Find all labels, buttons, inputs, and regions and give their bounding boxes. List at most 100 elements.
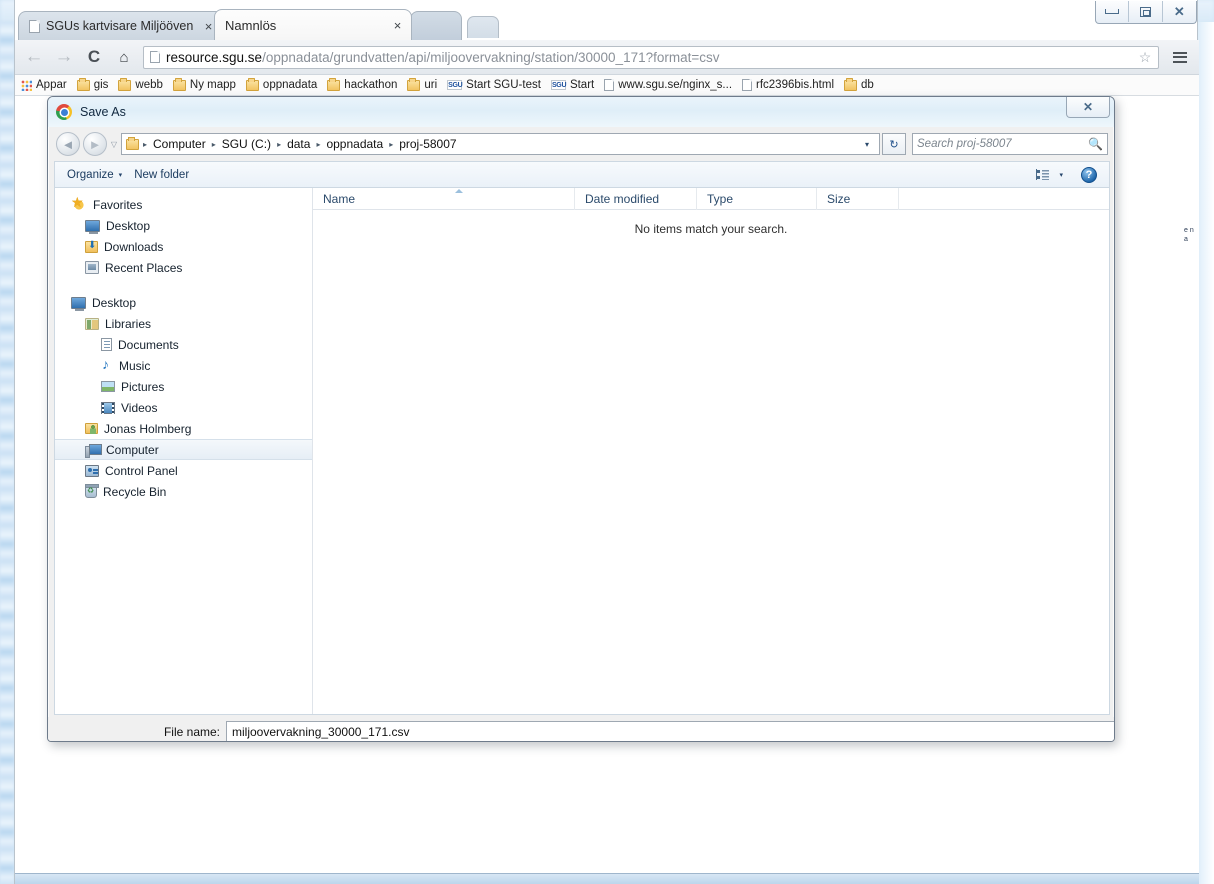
bookmark-star-icon[interactable]: ☆ xyxy=(1136,49,1154,66)
browser-tab-extra[interactable] xyxy=(410,11,462,40)
bookmark-apps[interactable]: Appar xyxy=(21,79,67,91)
sidebar-item-label: Control Panel xyxy=(105,463,178,478)
sidebar-item-label: Recent Places xyxy=(105,260,183,275)
sidebar-item-label: Pictures xyxy=(121,379,165,394)
sidebar-item-pictures[interactable]: Pictures xyxy=(55,376,312,397)
new-folder-button[interactable]: New folder xyxy=(128,165,195,185)
file-fields: File name: miljoovervakning_30000_171.cs… xyxy=(48,717,1114,741)
empty-list-message: No items match your search. xyxy=(634,222,788,236)
document-icon xyxy=(101,338,112,351)
sidebar-item-desktop-root[interactable]: Desktop xyxy=(55,292,312,313)
file-name-value: miljoovervakning_30000_171.csv xyxy=(232,724,410,739)
folder-icon xyxy=(844,77,857,91)
breadcrumb-item-computer[interactable]: Computer xyxy=(149,137,210,151)
folder-icon xyxy=(172,77,186,91)
picture-icon xyxy=(101,381,115,392)
dialog-back-button[interactable]: ◄ xyxy=(56,132,80,156)
help-button[interactable]: ? xyxy=(1081,166,1097,183)
bookmark-label: www.sgu.se/nginx_s... xyxy=(618,79,733,91)
view-mode-button[interactable]: ▾ xyxy=(1032,169,1067,180)
refresh-icon: ↻ xyxy=(889,138,899,151)
column-header-date-modified[interactable]: Date modified xyxy=(575,187,697,210)
sidebar-item-computer[interactable]: Computer xyxy=(55,439,312,460)
sidebar-item-videos[interactable]: Videos xyxy=(55,397,312,418)
bookmark-db[interactable]: db xyxy=(844,77,874,91)
sidebar-item-label: Desktop xyxy=(106,218,151,233)
sidebar-item-jonas-holmberg[interactable]: Jonas Holmberg xyxy=(55,418,312,439)
page-favicon-icon xyxy=(29,19,40,33)
sidebar-item-recycle-bin[interactable]: Recycle Bin xyxy=(55,481,312,502)
breadcrumb[interactable]: ▸ Computer ▸ SGU (C:) ▸ data ▸ oppnadata… xyxy=(121,133,880,155)
minimize-button[interactable] xyxy=(1096,1,1130,22)
sidebar-item-recent-places[interactable]: Recent Places xyxy=(55,257,312,278)
breadcrumb-item-data[interactable]: data xyxy=(283,137,314,151)
sidebar-item-libraries[interactable]: Libraries xyxy=(55,313,312,334)
bookmark-start[interactable]: SGU Start xyxy=(550,79,594,91)
browser-tab-active[interactable]: Namnlös × xyxy=(214,9,412,40)
reload-icon[interactable]: C xyxy=(79,42,109,72)
bookmark-ny-mapp[interactable]: Ny mapp xyxy=(172,77,236,91)
sidebar-item-label: Desktop xyxy=(92,295,137,310)
bookmark-rfc2396bis[interactable]: rfc2396bis.html xyxy=(742,79,834,91)
search-icon: 🔍 xyxy=(1088,137,1103,151)
recent-locations-chevron-icon[interactable]: ▽ xyxy=(107,140,121,149)
back-button[interactable]: ← xyxy=(19,42,49,72)
bookmark-label: gis xyxy=(93,79,109,91)
dialog-close-button[interactable]: ✕ xyxy=(1066,97,1110,118)
search-placeholder: Search proj-58007 xyxy=(917,138,1012,150)
forward-button[interactable]: → xyxy=(49,42,79,72)
refresh-button[interactable]: ↻ xyxy=(882,133,906,155)
list-view-icon xyxy=(1036,169,1050,180)
sidebar-item-control-panel[interactable]: Control Panel xyxy=(55,460,312,481)
dialog-forward-button[interactable]: ► xyxy=(83,132,107,156)
home-icon[interactable]: ⌂ xyxy=(109,42,139,72)
breadcrumb-item-sgu-c[interactable]: SGU (C:) xyxy=(218,137,275,151)
file-list-pane[interactable]: Name Date modified Type Size No items ma… xyxy=(313,187,1109,714)
sidebar-item-documents[interactable]: Documents xyxy=(55,334,312,355)
page-text-artifact: e n a xyxy=(1184,227,1194,243)
breadcrumb-item-proj-58007[interactable]: proj-58007 xyxy=(395,137,460,151)
organize-button[interactable]: Organize ▾ xyxy=(61,165,128,185)
menu-icon[interactable] xyxy=(1167,44,1193,70)
apps-grid-icon xyxy=(21,79,32,91)
organize-label: Organize xyxy=(67,168,114,181)
column-header-type[interactable]: Type xyxy=(697,187,817,210)
column-header-size[interactable]: Size xyxy=(817,187,899,210)
column-label: Name xyxy=(323,191,356,206)
navigation-pane[interactable]: Favorites Desktop Downloads Recent Place… xyxy=(55,188,313,714)
breadcrumb-separator-icon: ▸ xyxy=(389,139,394,149)
search-input[interactable]: Search proj-58007 🔍 xyxy=(912,133,1108,155)
dialog-titlebar[interactable]: Save As ✕ xyxy=(48,97,1114,127)
maximize-button[interactable] xyxy=(1129,1,1163,22)
libraries-icon xyxy=(85,317,99,330)
sidebar-item-label: Jonas Holmberg xyxy=(104,421,192,436)
bookmark-start-sgu-test[interactable]: SGU Start SGU-test xyxy=(447,79,541,91)
bookmark-uri[interactable]: uri xyxy=(407,77,437,91)
browser-tab-inactive[interactable]: SGUs kartvisare Miljööven × xyxy=(18,11,223,40)
chevron-down-icon[interactable]: ▾ xyxy=(859,140,875,149)
address-bar[interactable]: resource.sgu.se/oppnadata/grundvatten/ap… xyxy=(143,45,1159,69)
new-folder-label: New folder xyxy=(134,168,190,181)
bookmark-oppnadata[interactable]: oppnadata xyxy=(245,77,317,91)
close-window-button[interactable]: ✕ xyxy=(1163,1,1196,22)
column-header-name[interactable]: Name xyxy=(313,187,575,210)
sgu-icon: SGU xyxy=(550,80,567,90)
bookmark-nginx[interactable]: www.sgu.se/nginx_s... xyxy=(604,79,732,91)
sidebar-item-downloads[interactable]: Downloads xyxy=(55,236,312,257)
computer-icon xyxy=(85,443,102,458)
bookmark-hackathon[interactable]: hackathon xyxy=(327,77,397,91)
sidebar-item-desktop[interactable]: Desktop xyxy=(55,215,312,236)
sort-ascending-icon xyxy=(455,188,463,193)
sidebar-item-music[interactable]: Music xyxy=(55,355,312,376)
bookmark-webb[interactable]: webb xyxy=(118,77,163,91)
tab-close-icon[interactable]: × xyxy=(390,18,405,33)
breadcrumb-item-oppnadata[interactable]: oppnadata xyxy=(322,137,387,151)
bookmark-gis[interactable]: gis xyxy=(76,77,109,91)
bookmark-label: Start SGU-test xyxy=(466,79,541,91)
new-tab-button[interactable] xyxy=(467,16,499,38)
folder-icon xyxy=(327,77,341,91)
column-label: Size xyxy=(827,191,851,206)
sidebar-item-favorites[interactable]: Favorites xyxy=(55,194,312,215)
file-name-input[interactable]: miljoovervakning_30000_171.csv ▾ xyxy=(226,721,1114,741)
